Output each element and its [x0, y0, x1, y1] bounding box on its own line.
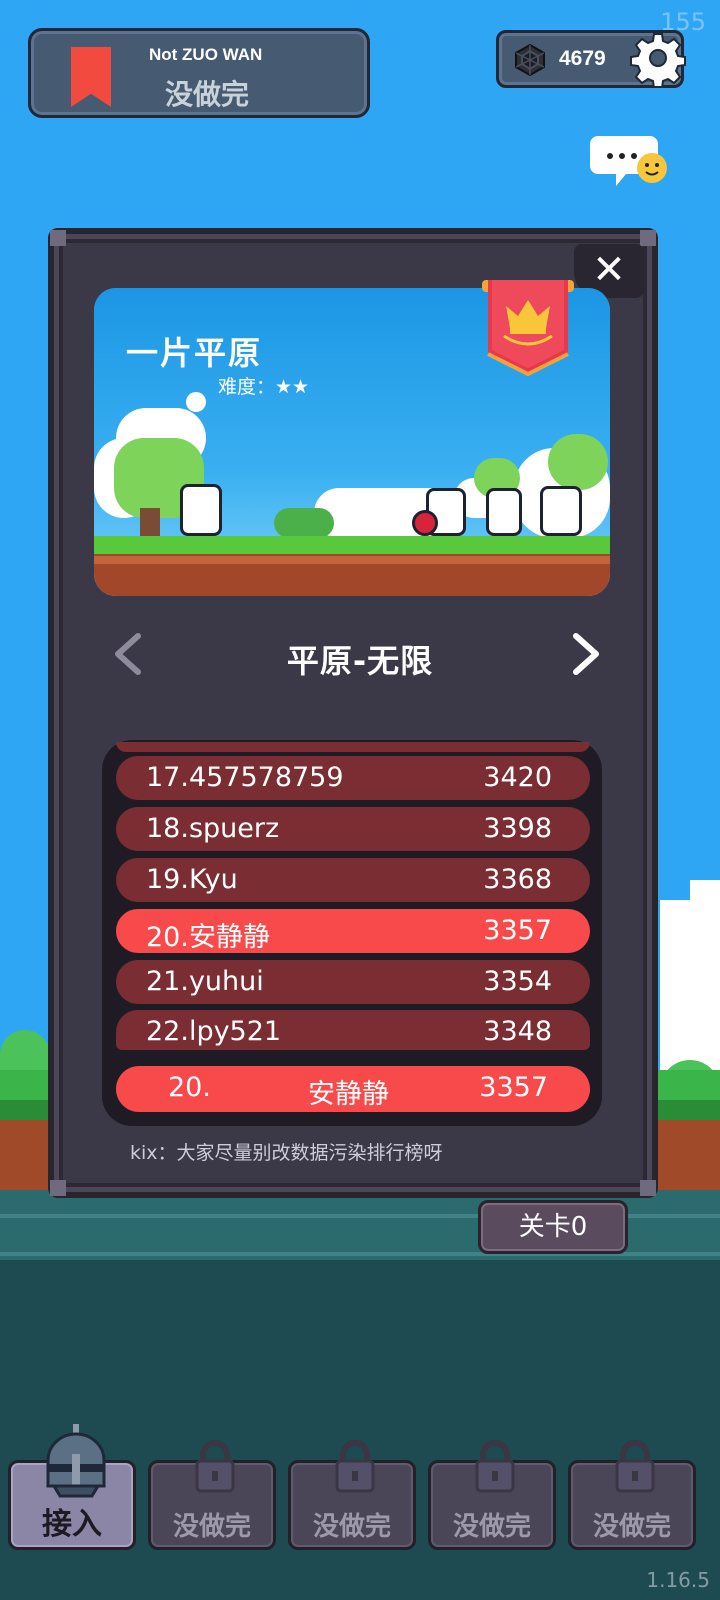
score: 3357 [483, 915, 552, 946]
gear-icon[interactable] [630, 30, 686, 86]
lock-icon [475, 1440, 515, 1493]
score: 3348 [483, 1016, 552, 1047]
bookmark-icon [71, 47, 111, 107]
cloud [186, 392, 206, 412]
knight-character [180, 484, 222, 536]
enemy-character [486, 488, 522, 536]
chevron-left-icon[interactable] [108, 630, 148, 678]
crown-banner-icon [482, 280, 574, 377]
bush [274, 508, 334, 538]
leaderboard-row-partial [116, 742, 590, 752]
leaderboard-tip: kix：大家尽量别改数据污染排行榜呀 [130, 1142, 443, 1164]
slot-label: 接入 [42, 1507, 102, 1542]
chat-icon[interactable] [590, 130, 672, 192]
lock-icon [335, 1440, 375, 1493]
score: 3368 [483, 864, 552, 895]
score: 3398 [483, 813, 552, 844]
rank-name: 17.457578759 [146, 762, 344, 793]
level-difficulty: 难度：★★ [218, 376, 310, 398]
tree-trunk [140, 508, 160, 538]
rank-name: 22.lpy521 [146, 1016, 282, 1047]
player-subtitle: Not ZUO WAN [149, 45, 263, 64]
slot-locked[interactable]: 没做完 [148, 1440, 276, 1550]
my-rank-row: 20. 安静静 3357 [116, 1066, 590, 1112]
cloud [690, 880, 720, 910]
my-name: 安静静 [308, 1079, 389, 1110]
player-title: 没做完 [165, 78, 250, 111]
mode-title: 平原-无限 [286, 642, 434, 680]
gem-icon [515, 43, 545, 77]
slot-locked[interactable]: 没做完 [288, 1440, 416, 1550]
chevron-right-icon[interactable] [566, 630, 606, 678]
my-score: 3357 [479, 1072, 548, 1103]
knight-helmet-icon [46, 1424, 106, 1498]
slot-label: 没做完 [452, 1512, 531, 1542]
score: 3420 [483, 762, 552, 793]
card-dirt-edge [94, 556, 610, 564]
leaderboard-row: 22.lpy521 3348 [116, 1010, 590, 1050]
leaderboard-row: 21.yuhui 3354 [116, 960, 590, 1004]
leaderboard-row: 19.Kyu 3368 [116, 858, 590, 902]
enemy-character [540, 486, 582, 536]
slot-label: 没做完 [172, 1512, 251, 1542]
lock-icon [615, 1440, 655, 1493]
gem-count: 4679 [559, 47, 606, 70]
leaderboard-row: 18.spuerz 3398 [116, 807, 590, 851]
shield [412, 510, 438, 536]
cloud [660, 900, 720, 1080]
leaderboard-row-current-player: 20.安静静 3357 [116, 909, 590, 953]
lock-icon [195, 1440, 235, 1493]
level-title: 一片平原 [126, 334, 263, 372]
rank-name: 21.yuhui [146, 966, 264, 997]
rank-name: 19.Kyu [146, 864, 238, 895]
slot-locked[interactable]: 没做完 [428, 1440, 556, 1550]
slot-label: 没做完 [592, 1512, 671, 1542]
tree [548, 434, 608, 490]
rank-name: 18.spuerz [146, 813, 280, 844]
player-title-panel[interactable]: Not ZUO WAN 没做完 [28, 28, 370, 118]
score: 3354 [483, 966, 552, 997]
my-rank: 20. [168, 1072, 211, 1103]
slot-locked[interactable]: 没做完 [568, 1440, 696, 1550]
slot-label: 没做完 [312, 1512, 391, 1542]
leaderboard-row: 17.457578759 3420 [116, 756, 590, 800]
stage-button[interactable]: 关卡0 [478, 1200, 628, 1254]
card-grass [94, 536, 610, 556]
rank-name: 20.安静静 [146, 922, 270, 953]
version-label: 1.16.5 [646, 1568, 710, 1592]
